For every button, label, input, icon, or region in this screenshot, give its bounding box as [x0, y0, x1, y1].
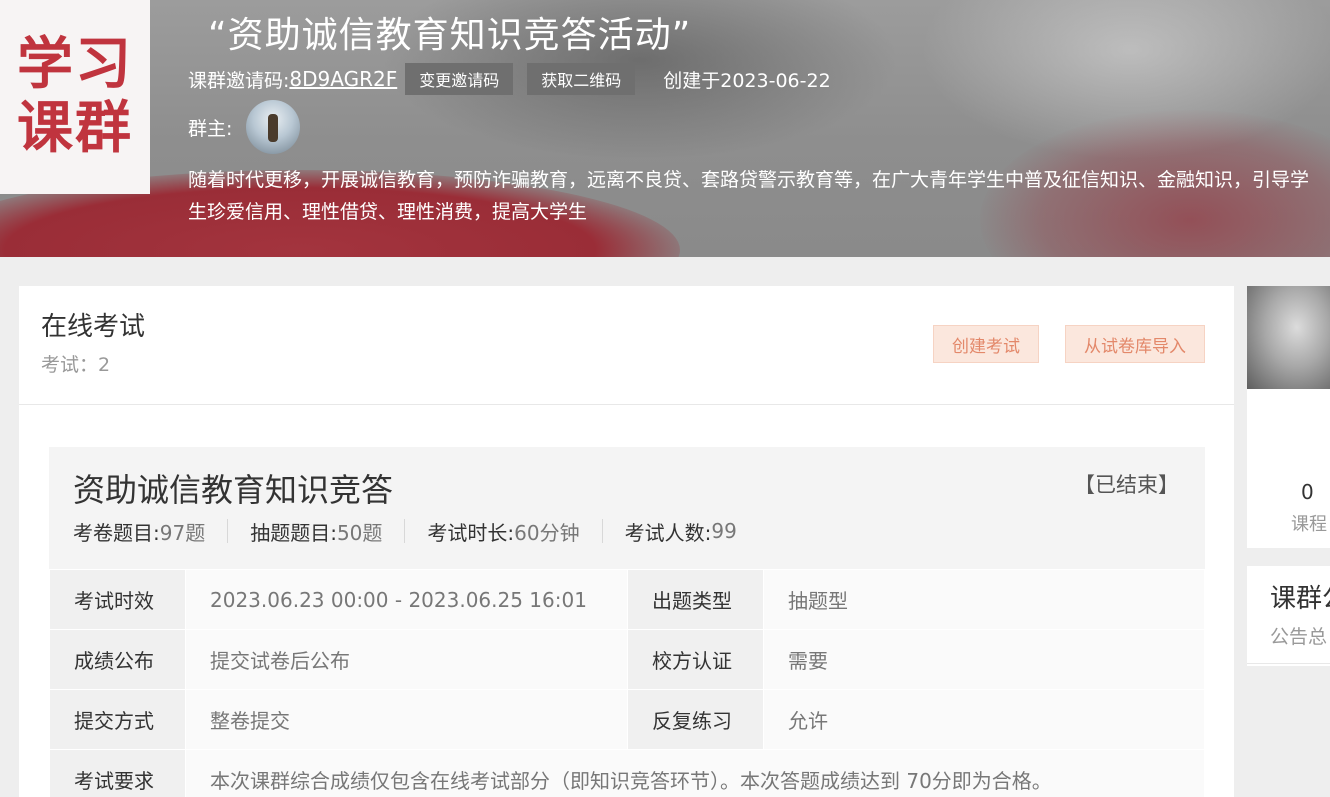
row-value: 整卷提交: [185, 689, 628, 750]
owner-label: 群主:: [188, 117, 233, 140]
divider: [1247, 663, 1330, 664]
group-description: 随着时代更移，开展诚信教育，预防诈骗教育，远离不良贷、套路贷警示教育等，在广大青…: [188, 169, 1310, 223]
exam-name[interactable]: 资助诚信教育知识竞答: [73, 465, 393, 511]
owner-avatar[interactable]: [246, 100, 301, 154]
group-title: “资助诚信教育知识竞答活动”: [208, 15, 692, 56]
invite-label: 课群邀请码:: [188, 69, 290, 92]
course-count: 0: [1301, 480, 1314, 504]
exam-header: 资助诚信教育知识竞答 【已结束】 考卷题目: 97题 抽题题目: 50题 考试时…: [49, 447, 1205, 569]
table-row: 成绩公布 提交试卷后公布 校方认证 需要: [49, 629, 1205, 690]
stat-value: 99: [711, 519, 737, 543]
exam-details-table: 考试时效 2023.06.23 00:00 - 2023.06.25 16:01…: [49, 569, 1205, 797]
online-exam-card: 在线考试 考试：2 创建考试 从试卷库导入 资助诚信教育知识竞答 【已结束】 考…: [19, 286, 1234, 797]
group-banner: 学习 课群 “资助诚信教育知识竞答活动” 课群邀请码: 8D9AGR2F 变更邀…: [0, 0, 1330, 257]
course-label: 课程: [1291, 514, 1327, 535]
stat-key: 考卷题目:: [73, 520, 160, 545]
group-logo: 学习 课群: [0, 0, 150, 194]
change-invite-code-button[interactable]: 变更邀请码: [405, 63, 514, 95]
stat-value: 50题: [336, 520, 383, 545]
row-label: 提交方式: [49, 689, 186, 750]
stat-duration: 考试时长: 60分钟: [427, 519, 603, 545]
create-exam-button[interactable]: 创建考试: [933, 325, 1039, 363]
row-label: 考试时效: [49, 569, 186, 630]
stat-participants: 考试人数: 99: [624, 519, 759, 545]
table-row: 考试要求 本次课群综合成绩仅包含在线考试部分（即知识竞答环节）。本次答题成绩达到…: [49, 749, 1205, 797]
stat-value: 60分钟: [514, 520, 580, 545]
stat-key: 考试时长:: [427, 520, 515, 545]
invite-row: 课群邀请码: 8D9AGR2F 变更邀请码 获取二维码 创建于2023-06-2…: [188, 63, 831, 95]
table-row: 考试时效 2023.06.23 00:00 - 2023.06.25 16:01…: [49, 569, 1205, 630]
row-label: 出题类型: [627, 569, 764, 630]
notice-title: 课群公: [1270, 584, 1330, 614]
notice-summary: 公告总: [1270, 626, 1328, 648]
exam-requirement: 本次课群综合成绩仅包含在线考试部分（即知识竞答环节）。本次答题成绩达到 70分即…: [185, 749, 1205, 797]
sidebar-cover-image: [1247, 286, 1330, 389]
created-date: 创建于2023-06-22: [663, 69, 831, 92]
row-label: 成绩公布: [49, 629, 186, 690]
exam-item: 资助诚信教育知识竞答 【已结束】 考卷题目: 97题 抽题题目: 50题 考试时…: [49, 447, 1205, 797]
exam-status: 【已结束】: [1074, 473, 1179, 497]
stat-key: 考试人数:: [624, 520, 712, 545]
row-value: 允许: [763, 689, 1205, 750]
import-from-bank-button[interactable]: 从试卷库导入: [1065, 325, 1205, 363]
row-value: 抽题型: [763, 569, 1205, 630]
section-title: 在线考试: [41, 312, 146, 342]
row-label: 考试要求: [49, 749, 186, 797]
row-value: 2023.06.23 00:00 - 2023.06.25 16:01: [185, 569, 628, 630]
sidebar-notice-card: 课群公 公告总: [1247, 566, 1330, 666]
logo-line-1: 学习: [17, 32, 133, 97]
invite-code[interactable]: 8D9AGR2F: [289, 67, 397, 91]
row-value: 需要: [763, 629, 1205, 690]
stat-value: 97题: [159, 520, 206, 545]
stat-drawn-questions: 抽题题目: 50题: [250, 519, 406, 545]
exam-count: 考试：2: [41, 354, 111, 376]
exam-stats: 考卷题目: 97题 抽题题目: 50题 考试时长: 60分钟 考试人数: 99: [73, 519, 781, 545]
logo-line-2: 课群: [17, 96, 133, 161]
row-label: 反复练习: [627, 689, 764, 750]
sidebar-profile-card: 0 课程: [1247, 286, 1330, 548]
stat-key: 抽题题目:: [250, 520, 337, 545]
owner-row: 群主:: [188, 100, 301, 154]
exam-section-header: 在线考试 考试：2 创建考试 从试卷库导入: [19, 286, 1234, 405]
table-row: 提交方式 整卷提交 反复练习 允许: [49, 689, 1205, 750]
stat-total-questions: 考卷题目: 97题: [73, 519, 229, 545]
get-qrcode-button[interactable]: 获取二维码: [527, 63, 636, 95]
row-value: 提交试卷后公布: [185, 629, 628, 690]
row-label: 校方认证: [627, 629, 764, 690]
